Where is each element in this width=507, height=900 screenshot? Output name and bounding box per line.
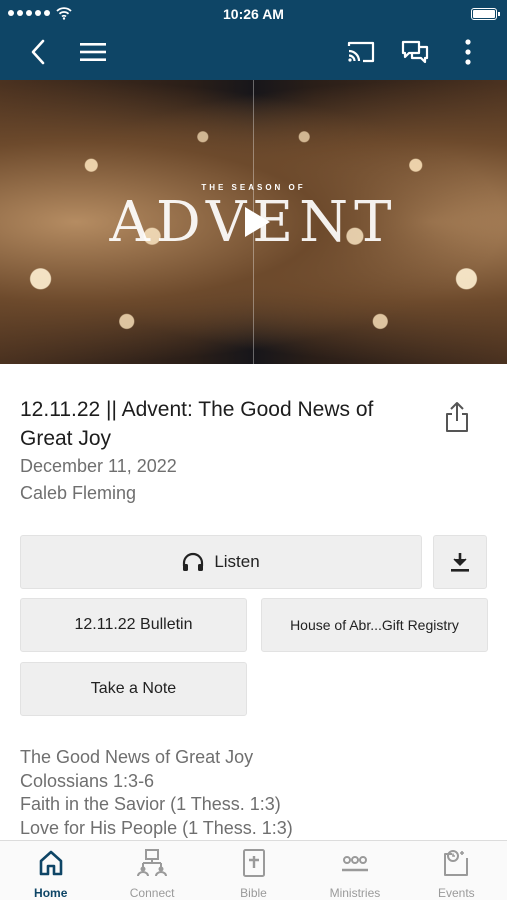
gift-registry-label: House of Abr...Gift Registry bbox=[290, 617, 459, 633]
chat-bubbles-icon bbox=[401, 40, 429, 64]
take-note-label: Take a Note bbox=[90, 680, 177, 697]
outline-line: Colossians 1:3-6 bbox=[20, 770, 155, 791]
bulletin-label: 12.11.22 Bulletin bbox=[74, 616, 193, 633]
sermon-outline: The Good News of Great Joy Colossians 1:… bbox=[20, 746, 490, 840]
bulletin-button[interactable]: 12.11.22 Bulletin bbox=[20, 598, 247, 652]
outline-line: Love for His People (1 Thess. 1:3) bbox=[20, 817, 293, 838]
share-icon[interactable] bbox=[440, 400, 474, 434]
outline-line: Faith in the Savior (1 Thess. 1:3) bbox=[20, 794, 281, 814]
top-bar: 10:26 AM bbox=[0, 0, 507, 80]
tab-home-label: Home bbox=[34, 886, 68, 900]
more-button[interactable] bbox=[455, 34, 481, 70]
chat-button[interactable] bbox=[398, 34, 432, 70]
events-icon bbox=[444, 850, 469, 876]
tab-bible-label: Bible bbox=[240, 886, 267, 900]
chevron-left-icon bbox=[31, 39, 45, 65]
ministries-icon bbox=[341, 856, 368, 872]
sermon-video-thumbnail[interactable]: THE SEASON OF ADVENT bbox=[0, 80, 507, 364]
cast-button[interactable] bbox=[344, 34, 378, 70]
outline-line: The Good News of Great Joy bbox=[20, 747, 254, 767]
home-icon bbox=[39, 850, 63, 876]
tab-bible[interactable]: Bible bbox=[203, 841, 304, 900]
sermon-date: December 11, 2022 bbox=[20, 456, 177, 476]
take-note-button[interactable]: Take a Note bbox=[20, 662, 247, 716]
tab-ministries-label: Ministries bbox=[329, 886, 381, 900]
tab-home[interactable]: Home bbox=[0, 841, 101, 900]
download-icon bbox=[451, 553, 469, 572]
sermon-title: 12.11.22 || Advent: The Good News of Gre… bbox=[20, 398, 374, 450]
bottom-tab-bar: Home Connect Bible Ministries Events bbox=[0, 840, 507, 900]
listen-button[interactable]: Listen bbox=[20, 535, 422, 589]
tab-ministries[interactable]: Ministries bbox=[304, 841, 405, 900]
download-button[interactable] bbox=[433, 535, 487, 589]
hamburger-menu-icon bbox=[80, 43, 106, 61]
tab-events[interactable]: Events bbox=[406, 841, 507, 900]
play-icon[interactable] bbox=[232, 199, 278, 245]
status-bar: 10:26 AM bbox=[0, 0, 507, 28]
bible-icon bbox=[242, 849, 265, 877]
battery-icon bbox=[471, 8, 500, 20]
tab-events-label: Events bbox=[437, 886, 475, 900]
menu-button[interactable] bbox=[76, 34, 110, 70]
back-button[interactable] bbox=[22, 34, 54, 70]
more-vertical-icon bbox=[465, 39, 471, 65]
tab-connect[interactable]: Connect bbox=[101, 841, 202, 900]
cast-icon bbox=[347, 41, 375, 63]
connect-icon bbox=[137, 849, 168, 877]
sermon-speaker: Caleb Fleming bbox=[20, 483, 137, 503]
gift-registry-button[interactable]: House of Abr...Gift Registry bbox=[261, 598, 488, 652]
tab-connect-label: Connect bbox=[129, 886, 175, 900]
listen-label: Listen bbox=[214, 552, 260, 571]
headphones-icon bbox=[183, 552, 204, 571]
status-time: 10:26 AM bbox=[223, 6, 284, 22]
